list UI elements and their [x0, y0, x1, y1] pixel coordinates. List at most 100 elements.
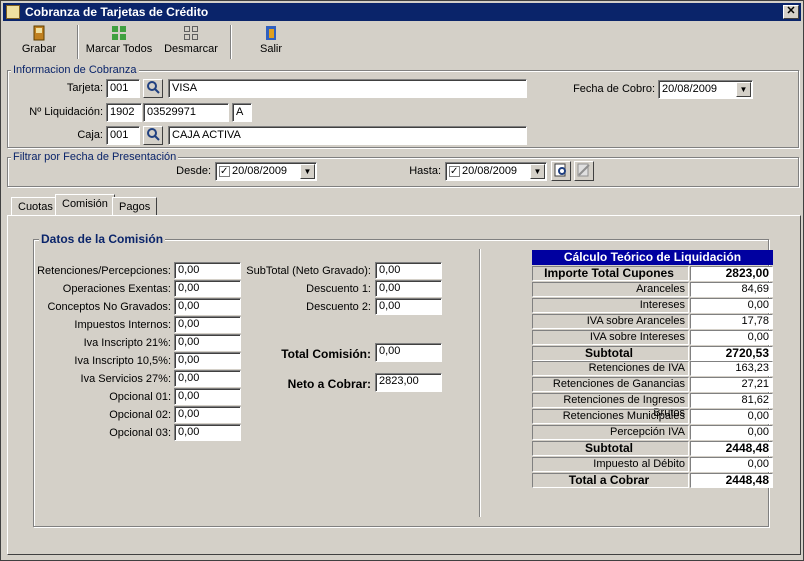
calculo-row-value: 27,21	[690, 377, 773, 393]
desmarcar-label: Desmarcar	[164, 43, 218, 55]
hasta-checkbox[interactable]: ✓	[449, 165, 460, 177]
calculo-row-label: Total a Cobrar	[532, 472, 689, 488]
search-icon	[147, 81, 160, 94]
caja-code-input[interactable]: 001	[106, 126, 140, 145]
descuento1-input[interactable]: 0,00	[375, 280, 442, 297]
marcar-todos-label: Marcar Todos	[85, 43, 153, 55]
tarjeta-name-input[interactable]: VISA	[168, 79, 527, 98]
calculo-row: IVA sobre Intereses 0,00	[532, 329, 773, 346]
grabar-label: Grabar	[21, 43, 57, 55]
toolbar-separator	[77, 25, 79, 59]
calculo-row-value: 0,00	[690, 456, 773, 472]
comision-field-input[interactable]: 0,00	[174, 388, 241, 405]
comision-field-label: Operaciones Exentas:	[62, 283, 171, 295]
neto-cobrar-input[interactable]: 2823,00	[375, 373, 442, 392]
tab-cuotas[interactable]: Cuotas	[11, 197, 60, 216]
calculo-row-value: 2448,48	[690, 440, 773, 456]
title-bar: Cobranza de Tarjetas de Crédito ✕	[3, 3, 801, 21]
search-icon	[554, 163, 566, 177]
calculo-row-value: 2720,53	[690, 345, 773, 361]
marcar-todos-button[interactable]: Marcar Todos	[84, 25, 154, 61]
caja-label: Caja:	[77, 129, 103, 141]
comision-field-input[interactable]: 0,00	[174, 334, 241, 351]
calculo-row-value: 17,78	[690, 313, 773, 329]
tarjeta-search-button[interactable]	[143, 79, 163, 98]
comision-field-input[interactable]: 0,00	[174, 352, 241, 369]
total-comision-label: Total Comisión:	[281, 347, 371, 361]
filter-clear-button[interactable]	[574, 161, 594, 181]
tarjeta-label: Tarjeta:	[66, 82, 103, 94]
liquidacion-part3-input[interactable]: A	[232, 103, 252, 122]
calculo-row-label: IVA sobre Aranceles	[532, 313, 689, 329]
close-button[interactable]: ✕	[783, 5, 799, 19]
hasta-label: Hasta:	[409, 165, 441, 177]
comision-field-label: Retenciones/Percepciones:	[37, 265, 171, 277]
calculo-row-value: 81,62	[690, 393, 773, 409]
comision-field-label: Iva Inscripto 10,5%:	[74, 355, 171, 367]
caja-name-input[interactable]: CAJA ACTIVA	[168, 126, 527, 145]
comision-field-label: Opcional 03:	[109, 427, 171, 439]
calculo-row-label: Subtotal	[532, 345, 689, 361]
calculo-row-label: Aranceles	[532, 281, 689, 297]
cobranza-group-label: Informacion de Cobranza	[11, 64, 139, 76]
desmarcar-button[interactable]: Desmarcar	[161, 25, 221, 61]
calculo-row-label: Retenciones de Ingresos Brutos	[532, 393, 689, 419]
tab-pagos[interactable]: Pagos	[112, 197, 158, 216]
calculo-row: Impuesto al Débito 0,00	[532, 456, 773, 473]
calculo-row: Retenciones de Ingresos Brutos 81,62	[532, 393, 773, 419]
main-window: Cobranza de Tarjetas de Crédito ✕ Grabar…	[0, 0, 804, 561]
comision-field-input[interactable]: 0,00	[174, 406, 241, 423]
hasta-value: 20/08/2009	[462, 165, 518, 177]
tab-comision[interactable]: Comisión	[55, 194, 115, 216]
vertical-divider	[479, 249, 481, 517]
liquidacion-part1-input[interactable]: 1902	[106, 103, 142, 122]
desde-label: Desde:	[176, 165, 211, 177]
chevron-down-icon[interactable]: ▼	[736, 82, 751, 97]
descuento2-input[interactable]: 0,00	[375, 298, 442, 315]
fecha-cobro-picker[interactable]: 20/08/2009 ▼	[658, 80, 753, 99]
caja-search-button[interactable]	[143, 126, 163, 145]
grabar-button[interactable]: Grabar	[15, 25, 63, 61]
liquidacion-part2-input[interactable]: 03529971	[143, 103, 229, 122]
calculo-row: Retenciones Municipales 0,00	[532, 409, 773, 425]
toolbar-separator	[230, 25, 232, 59]
calculo-row-label: Retenciones Municipales	[532, 409, 689, 425]
desde-checkbox[interactable]: ✓	[219, 165, 230, 177]
calculo-row-value: 84,69	[690, 281, 773, 297]
calculo-row-label: Retenciones de Ganancias	[532, 377, 689, 393]
comision-field-label: Opcional 02:	[109, 409, 171, 421]
save-icon	[31, 25, 47, 41]
salir-label: Salir	[259, 43, 282, 55]
calculo-row-value: 0,00	[690, 425, 773, 440]
comision-field-input[interactable]: 0,00	[174, 424, 241, 441]
comision-field-input[interactable]: 0,00	[174, 280, 241, 297]
calculo-row: Percepción IVA 0,00	[532, 425, 773, 441]
filter-search-button[interactable]	[551, 161, 571, 181]
hasta-date-picker[interactable]: ✓ 20/08/2009 ▼	[445, 162, 547, 181]
comision-field-input[interactable]: 0,00	[174, 262, 241, 279]
calculo-row-value: 2448,48	[690, 472, 773, 488]
calculo-row: IVA sobre Aranceles 17,78	[532, 313, 773, 330]
total-comision-input[interactable]: 0,00	[375, 343, 442, 362]
calculo-row: Subtotal 2720,53	[532, 345, 773, 362]
fecha-cobro-label: Fecha de Cobro:	[573, 83, 655, 95]
comision-field-input[interactable]: 0,00	[174, 370, 241, 387]
calculo-row-label: Retenciones de IVA	[532, 361, 689, 377]
comision-field-label: Iva Inscripto 21%:	[83, 337, 171, 349]
tarjeta-code-input[interactable]: 001	[106, 79, 140, 98]
filtro-group-label: Filtrar por Fecha de Presentación	[11, 151, 179, 163]
comision-field-input[interactable]: 0,00	[174, 298, 241, 315]
comision-field-label: Opcional 01:	[109, 391, 171, 403]
subtotal-neto-input[interactable]: 0,00	[375, 262, 442, 279]
calculo-row-value: 0,00	[690, 409, 773, 425]
desde-date-picker[interactable]: ✓ 20/08/2009 ▼	[215, 162, 317, 181]
chevron-down-icon[interactable]: ▼	[530, 164, 545, 179]
calculo-row-label: Percepción IVA	[532, 425, 689, 440]
comision-field-input[interactable]: 0,00	[174, 316, 241, 333]
salir-button[interactable]: Salir	[251, 25, 291, 61]
chevron-down-icon[interactable]: ▼	[300, 164, 315, 179]
calculo-row-label: Impuesto al Débito	[532, 456, 689, 472]
calculo-row-value: 0,00	[690, 329, 773, 345]
calculo-row-value: 2823,00	[690, 266, 773, 281]
app-icon	[6, 5, 20, 19]
